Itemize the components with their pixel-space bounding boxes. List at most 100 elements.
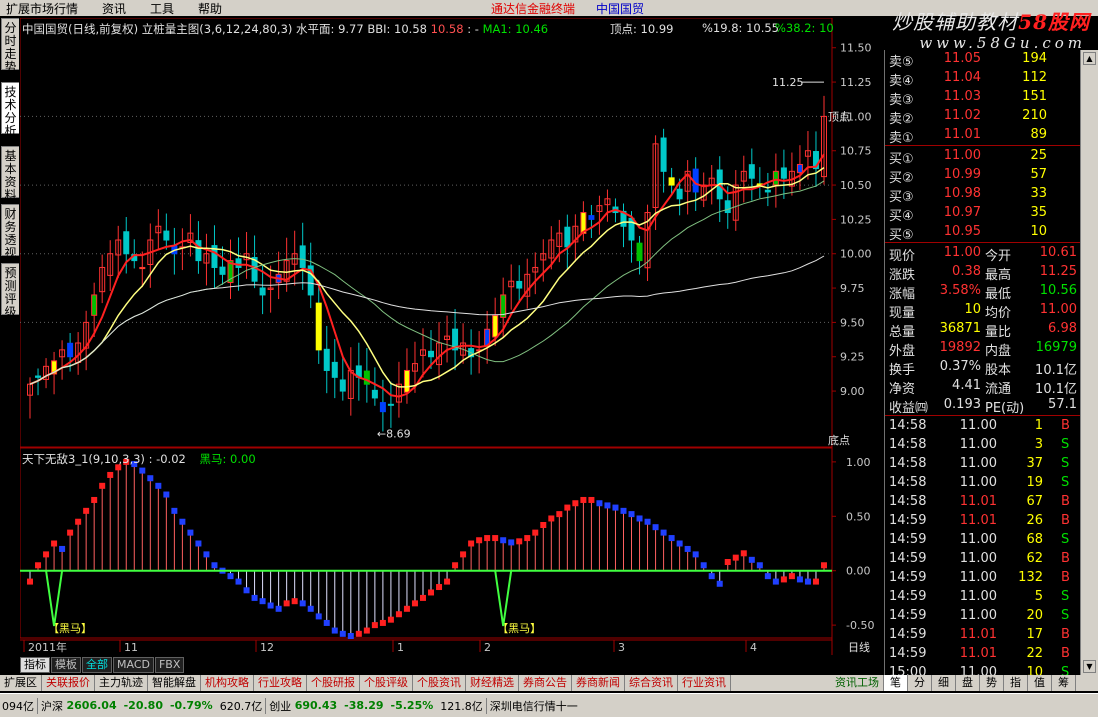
main-y-tick-label: 10.50 (840, 179, 872, 192)
menu-help[interactable]: 帮助 (198, 0, 222, 17)
tick-volume: 22 (1026, 646, 1043, 661)
menu-news[interactable]: 资讯 (102, 0, 126, 17)
candle-body (636, 242, 643, 262)
bottom-tab[interactable]: 行业攻略 (254, 675, 307, 691)
buy-level-price: 10.95 (943, 224, 981, 239)
stat-value: 11.00 (943, 245, 981, 260)
scroll-down-icon[interactable]: ▼ (1083, 660, 1096, 673)
ind-dot (796, 576, 803, 583)
ind-dot (436, 584, 443, 591)
bottom-tab[interactable]: 个股资讯 (413, 675, 466, 691)
bottom-tab[interactable]: 券商新闻 (572, 675, 625, 691)
bottom-tab[interactable]: 机构攻略 (201, 675, 254, 691)
ind-dot (27, 578, 34, 585)
di-tag: 底点 (828, 433, 850, 447)
tick-row: 14:59 11.01 22 B (885, 645, 1081, 664)
scroll-up-icon[interactable]: ▲ (1083, 52, 1096, 65)
candle-body (428, 350, 435, 358)
stat-value: 10.56 (1039, 283, 1077, 298)
bottom-tab[interactable]: 券商公告 (519, 675, 572, 691)
date-label: 3 (618, 641, 625, 654)
quote-tab[interactable]: 筹 (1052, 675, 1076, 691)
quote-tab[interactable]: 值 (1028, 675, 1052, 691)
bottom-tab[interactable]: 主力轨迹 (95, 675, 148, 691)
ind-dot (812, 578, 819, 585)
bottom-tab[interactable]: 个股评级 (360, 675, 413, 691)
bottom-tab[interactable]: 财经精选 (466, 675, 519, 691)
candle-body (772, 170, 779, 186)
ma-medium-line (29, 180, 825, 385)
sell-level-price: 11.04 (943, 70, 981, 85)
menu-extended-market[interactable]: 扩展市场行情 (6, 0, 78, 17)
cy-index-name[interactable]: 创业 (269, 698, 291, 714)
period-label: 日线 (848, 640, 870, 654)
date-label: 11 (124, 641, 138, 654)
sell-level-row: 卖④ 11.04 112 (885, 69, 1081, 89)
sell-level-price: 11.03 (943, 89, 981, 104)
stat-value: 0.193 (943, 397, 981, 412)
ind-dot (788, 573, 795, 580)
quote-tab[interactable]: 指 (1004, 675, 1028, 691)
ind-dot (307, 605, 314, 612)
main-chart-frame (20, 18, 833, 449)
quote-tab[interactable]: 分 (908, 675, 932, 691)
ind-dot (51, 540, 58, 547)
kline-chart-svg[interactable]: 9.00 9.25 9.50 9.75 10.00 10.25 10.50 10.75 1 1.0… (20, 18, 884, 655)
quote-tab[interactable]: 盘 (956, 675, 980, 691)
ind-dot (740, 550, 747, 557)
buy-level-label: 买② (889, 171, 914, 186)
tab-technical[interactable]: 技术分析 (1, 82, 19, 138)
ind-dot (419, 594, 426, 601)
ind-dot (411, 600, 418, 607)
tab-template[interactable]: 模板 (51, 657, 81, 673)
sh-index-amount: 620.7亿 (219, 699, 263, 713)
quote-stat-row: 净资 4.41 流通 10.1亿 (885, 377, 1081, 397)
ind-dot (484, 535, 491, 542)
bottom-tab[interactable]: 智能解盘 (148, 675, 201, 691)
bottom-tab[interactable]: 综合资讯 (625, 675, 678, 691)
ind-dot (460, 551, 467, 558)
ind-dot (540, 522, 547, 528)
stat-label: 总量 (889, 325, 916, 340)
buy-level-price: 11.00 (943, 148, 981, 163)
ind-dot (211, 562, 218, 569)
tab-finance[interactable]: 财务透视 (1, 204, 19, 260)
tab-intraday[interactable]: 分时走势 (1, 18, 19, 74)
quote-stat-row: 收益㈣ 0.193 PE(动) 57.1 (885, 396, 1081, 416)
menu-tools[interactable]: 工具 (150, 0, 174, 17)
tab-all[interactable]: 全部 (82, 657, 112, 673)
sell-level-label: 卖① (889, 131, 914, 146)
quote-scrollbar[interactable]: ▲ ▼ (1080, 50, 1098, 675)
ind-dot (820, 562, 827, 569)
tab-indicator[interactable]: 指标 (20, 657, 50, 673)
candle-body (67, 342, 74, 358)
quote-tab[interactable]: 势 (980, 675, 1004, 691)
tick-side: B (1061, 627, 1070, 642)
quote-tab[interactable]: 细 (932, 675, 956, 691)
bottom-tab[interactable]: 关联报价 (42, 675, 95, 691)
ind-dot (59, 545, 66, 552)
chart-area[interactable]: 9.00 9.25 9.50 9.75 10.00 10.25 10.50 10.75 1 1.0… (20, 18, 884, 655)
ind-dot (476, 537, 483, 544)
candle-body (35, 375, 42, 378)
sh-index-name[interactable]: 沪深 (41, 698, 63, 714)
ding-tag: 顶点 (828, 110, 850, 123)
tab-forecast[interactable]: 预测评级 (1, 263, 19, 319)
ind-dot (347, 633, 354, 639)
bottom-tab[interactable]: 行业资讯 (678, 675, 731, 691)
tab-macd[interactable]: MACD (113, 657, 154, 673)
info-workshop-tab[interactable]: 资讯工场 (831, 675, 884, 691)
ind-dot (243, 587, 250, 594)
bottom-tab[interactable]: 个股研报 (307, 675, 360, 691)
tab-fundamentals[interactable]: 基本资料 (1, 146, 19, 202)
bottom-tab[interactable]: 扩展区 (0, 675, 42, 691)
sell-level-volume: 210 (1022, 108, 1047, 123)
ind-dot (668, 535, 675, 542)
tick-price: 11.00 (959, 456, 997, 471)
tab-fbx[interactable]: FBX (154, 657, 185, 673)
quote-panel: 卖⑤ 11.05 194 卖④ 11.04 112 卖③ 11.03 151 卖② 11.02 210… (884, 50, 1081, 680)
candle-body (403, 369, 410, 393)
quote-separator (885, 242, 1081, 243)
tick-row: 14:59 11.00 62 B (885, 550, 1081, 569)
quote-tab[interactable]: 笔 (884, 675, 908, 691)
